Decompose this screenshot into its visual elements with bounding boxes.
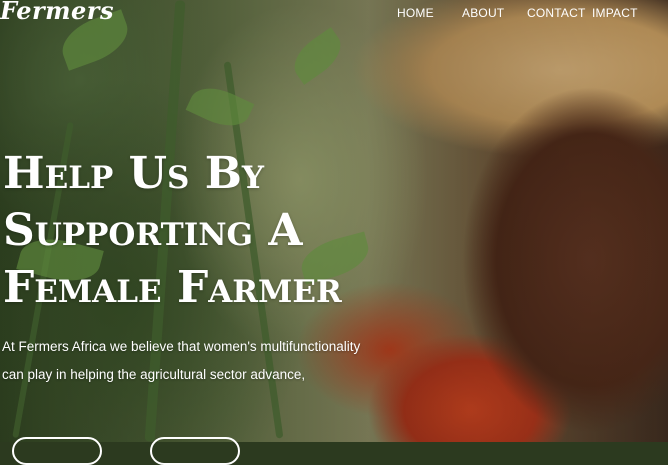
hero-description-line-2: can play in helping the agricultural sec… [2, 367, 306, 382]
hero-description: At Fermers Africa we believe that women'… [2, 333, 412, 389]
brand-logo[interactable]: Fermers [0, 0, 114, 25]
hero-description-line-1: At Fermers Africa we believe that women'… [2, 339, 361, 354]
nav-impact-link[interactable]: IMPACT [592, 6, 638, 20]
hero-headline-line-1: Help Us By [3, 148, 265, 199]
nav-home-link[interactable]: HOME [397, 6, 434, 20]
hero-headline-line-2: Supporting A [3, 205, 303, 256]
main-nav: HOME ABOUT CONTACT IMPACT [388, 6, 668, 20]
nav-about-link[interactable]: ABOUT [462, 6, 504, 20]
hero-headline-line-3: Female Farmer [3, 262, 342, 313]
hero-primary-button[interactable] [12, 437, 102, 465]
hero-headline: Help Us By Supporting A Female Farmer [3, 145, 423, 316]
hero-secondary-button[interactable] [150, 437, 240, 465]
nav-contact-link[interactable]: CONTACT [527, 6, 586, 20]
